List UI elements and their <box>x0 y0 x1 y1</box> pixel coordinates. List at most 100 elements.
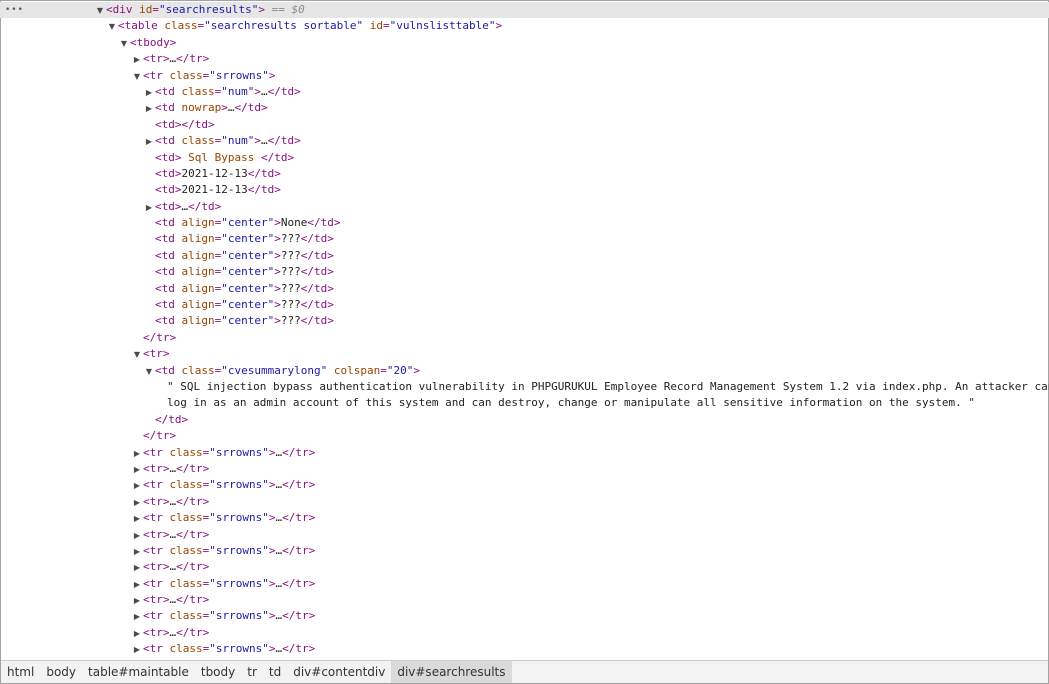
expand-right-icon[interactable]: ▶ <box>143 85 155 101</box>
dom-node-tr-srrowns[interactable]: ▶ <tr class="srrowns">…</tr> <box>0 445 1049 461</box>
dom-node-tbody[interactable]: ▼ <tbody> <box>0 35 1049 51</box>
dom-node-td: <td align="center">???</td> <box>0 313 1049 329</box>
expand-right-icon[interactable]: ▶ <box>143 101 155 117</box>
cve-summary-text-line: " SQL injection bypass authentication vu… <box>0 379 1049 395</box>
expand-right-icon[interactable]: ▶ <box>143 200 155 216</box>
node-source: <td align="center">???</td> <box>155 265 334 279</box>
node-source: <tr class="srrowns">…</tr> <box>143 609 316 623</box>
dom-node-table[interactable]: ▼ <table class="searchresults sortable" i… <box>0 18 1049 34</box>
dom-node-td: <td align="center">???</td> <box>0 264 1049 280</box>
expand-right-icon[interactable]: ▶ <box>131 560 143 576</box>
node-source: <td align="center">???</td> <box>155 248 334 262</box>
breadcrumb-item[interactable]: div#contentdiv <box>287 661 391 683</box>
expand-right-icon[interactable]: ▶ <box>131 495 143 511</box>
breadcrumb-item[interactable]: tr <box>241 661 263 683</box>
expand-down-icon[interactable]: ▼ <box>131 347 143 363</box>
dom-node-tr[interactable]: ▶ <tr>…</tr> <box>0 494 1049 510</box>
node-source: <div id="searchresults"> == $0 <box>106 3 305 16</box>
dom-node-tr-srrowns[interactable]: ▶ <tr class="srrowns">…</tr> <box>0 477 1049 493</box>
expand-right-icon[interactable]: ▶ <box>131 446 143 462</box>
dom-node-tr-srrowns[interactable]: ▼ <tr class="srrowns"> <box>0 68 1049 84</box>
dom-node-td: <td></td> <box>0 117 1049 133</box>
breadcrumb-item[interactable]: html <box>1 661 40 683</box>
expand-down-icon[interactable]: ▼ <box>118 36 130 52</box>
expand-right-icon[interactable]: ▶ <box>131 642 143 658</box>
expand-right-icon[interactable]: ▶ <box>131 626 143 642</box>
dom-node-div-searchresults[interactable]: ▼ <div id="searchresults"> == $0 ••• <box>0 2 1049 19</box>
dom-node-tr[interactable]: ▶ <tr>…</tr> <box>0 51 1049 67</box>
node-source: <tr class="srrowns">…</tr> <box>143 543 316 557</box>
node-source: <tr class="srrowns">…</tr> <box>143 445 316 459</box>
dom-node-tr-srrowns[interactable]: ▶ <tr class="srrowns">…</tr> <box>0 543 1049 559</box>
breadcrumb-item[interactable]: td <box>263 661 287 683</box>
dom-node-td[interactable]: ▶ <td class="num">…</td> <box>0 133 1049 149</box>
expand-down-icon[interactable]: ▼ <box>94 3 106 19</box>
node-source: <td nowrap>…</td> <box>155 101 268 115</box>
breadcrumb-item[interactable]: body <box>40 661 82 683</box>
expand-right-icon[interactable]: ▶ <box>131 593 143 609</box>
expand-right-icon[interactable]: ▶ <box>131 462 143 478</box>
dom-node-tr[interactable]: ▶ <tr>…</tr> <box>0 527 1049 543</box>
dom-node-tr-srrowns[interactable]: ▶ <tr class="srrowns">…</tr> <box>0 641 1049 657</box>
expand-right-icon[interactable]: ▶ <box>131 511 143 527</box>
expand-right-icon[interactable]: ▶ <box>131 577 143 593</box>
breadcrumb-item[interactable]: tbody <box>195 661 241 683</box>
node-source: <tr class="srrowns">…</tr> <box>143 478 316 492</box>
dom-node-tr[interactable]: ▶ <tr>…</tr> <box>0 592 1049 608</box>
node-source: <table class="searchresults sortable" id… <box>118 19 503 33</box>
expand-right-icon[interactable]: ▶ <box>131 544 143 560</box>
node-source: <tr>…</tr> <box>143 527 210 541</box>
dom-tree: ▼ <div id="searchresults"> == $0 ••• ▼ <tabl… <box>0 2 1049 660</box>
node-source: <tr class="srrowns">…</tr> <box>143 511 316 525</box>
dom-node-tr-srrowns[interactable]: ▶ <tr class="srrowns">…</tr> <box>0 510 1049 526</box>
dom-node-tr[interactable]: ▼ <tr> <box>0 346 1049 362</box>
dom-node-tr-srrowns[interactable]: ▶ <tr class="srrowns">…</tr> <box>0 576 1049 592</box>
breadcrumb-bar: html body table#maintable tbody tr td div#cont… <box>1 660 1048 683</box>
node-source: <td align="center">???</td> <box>155 232 334 246</box>
dom-node-tr[interactable]: ▶ <tr>…</tr> <box>0 461 1049 477</box>
node-source: <tr> <box>143 347 170 361</box>
dom-node-td-cvesummarylong[interactable]: ▼ <td class="cvesummarylong" colspan="20"… <box>0 363 1049 379</box>
expand-right-icon[interactable]: ▶ <box>131 52 143 68</box>
breadcrumb-item[interactable]: table#maintable <box>82 661 195 683</box>
breadcrumb-item[interactable]: div#searchresults <box>391 661 512 683</box>
expand-right-icon[interactable]: ▶ <box>131 528 143 544</box>
dom-node-td: <td align="center">None</td> <box>0 215 1049 231</box>
expand-down-icon[interactable]: ▼ <box>106 19 118 35</box>
dom-node-td[interactable]: ▶ <td nowrap>…</td> <box>0 100 1049 116</box>
dom-node-tr[interactable]: ▶ <tr>…</tr> <box>0 559 1049 575</box>
dom-node-td[interactable]: ▶ <td>…</td> <box>0 199 1049 215</box>
dom-node-tr[interactable]: ▶ <tr>…</tr> <box>0 625 1049 641</box>
expand-right-icon[interactable]: ▶ <box>143 134 155 150</box>
node-source: <td>2021-12-13</td> <box>155 183 281 197</box>
node-source: </tr> <box>143 429 177 443</box>
node-source: </tr> <box>143 330 177 344</box>
node-source: <td>2021-12-13</td> <box>155 166 281 180</box>
dom-node-td: <td align="center">???</td> <box>0 248 1049 264</box>
expand-right-icon[interactable]: ▶ <box>131 609 143 625</box>
node-source: <tr class="srrowns">…</tr> <box>143 642 316 656</box>
dom-node-tr-srrowns[interactable]: ▶ <tr class="srrowns">…</tr> <box>0 608 1049 624</box>
dom-node-td: <td align="center">???</td> <box>0 281 1049 297</box>
expand-down-icon[interactable]: ▼ <box>131 69 143 85</box>
node-source: </td> <box>155 412 189 426</box>
cve-summary-text-line: log in as an admin account of this syste… <box>0 395 1049 411</box>
dom-node-td[interactable]: ▶ <td class="num">…</td> <box>0 84 1049 100</box>
node-source: <tr>…</tr> <box>143 461 210 475</box>
node-source: <tr>…</tr> <box>143 593 210 607</box>
node-source: <tr>…</tr> <box>143 52 210 66</box>
expand-down-icon[interactable]: ▼ <box>143 364 155 380</box>
node-source: <tr>…</tr> <box>143 625 210 639</box>
more-options-icon[interactable]: ••• <box>5 2 24 18</box>
expand-right-icon[interactable]: ▶ <box>131 478 143 494</box>
node-source: <td class="cvesummarylong" colspan="20"> <box>155 363 420 377</box>
